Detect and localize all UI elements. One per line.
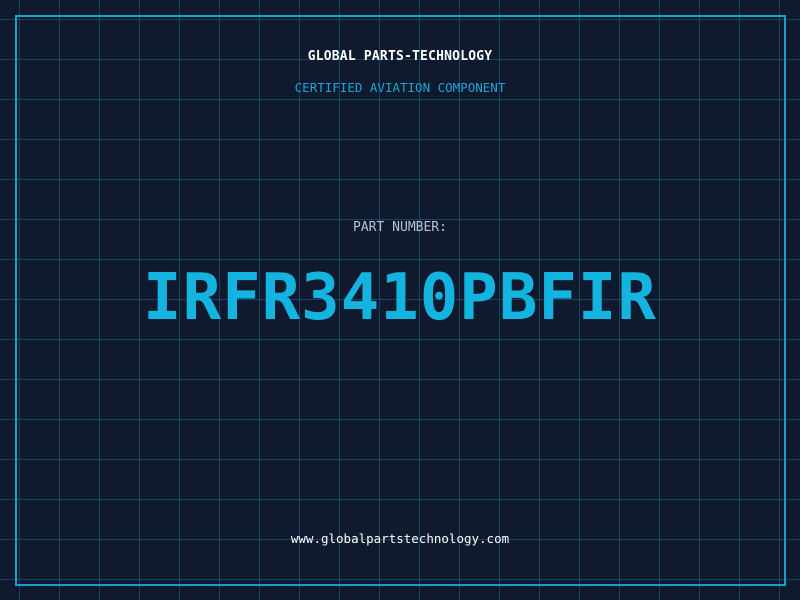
- part-number-value: IRFR3410PBFIR: [143, 261, 657, 335]
- company-name: GLOBAL PARTS-TECHNOLOGY: [307, 49, 493, 64]
- part-number-label: PART NUMBER:: [353, 220, 447, 235]
- label-canvas: GLOBAL PARTS-TECHNOLOGY CERTIFIED AVIATI…: [0, 0, 800, 600]
- website-url: www.globalpartstechnology.com: [290, 531, 510, 546]
- certification-tagline: CERTIFIED AVIATION COMPONENT: [294, 80, 506, 95]
